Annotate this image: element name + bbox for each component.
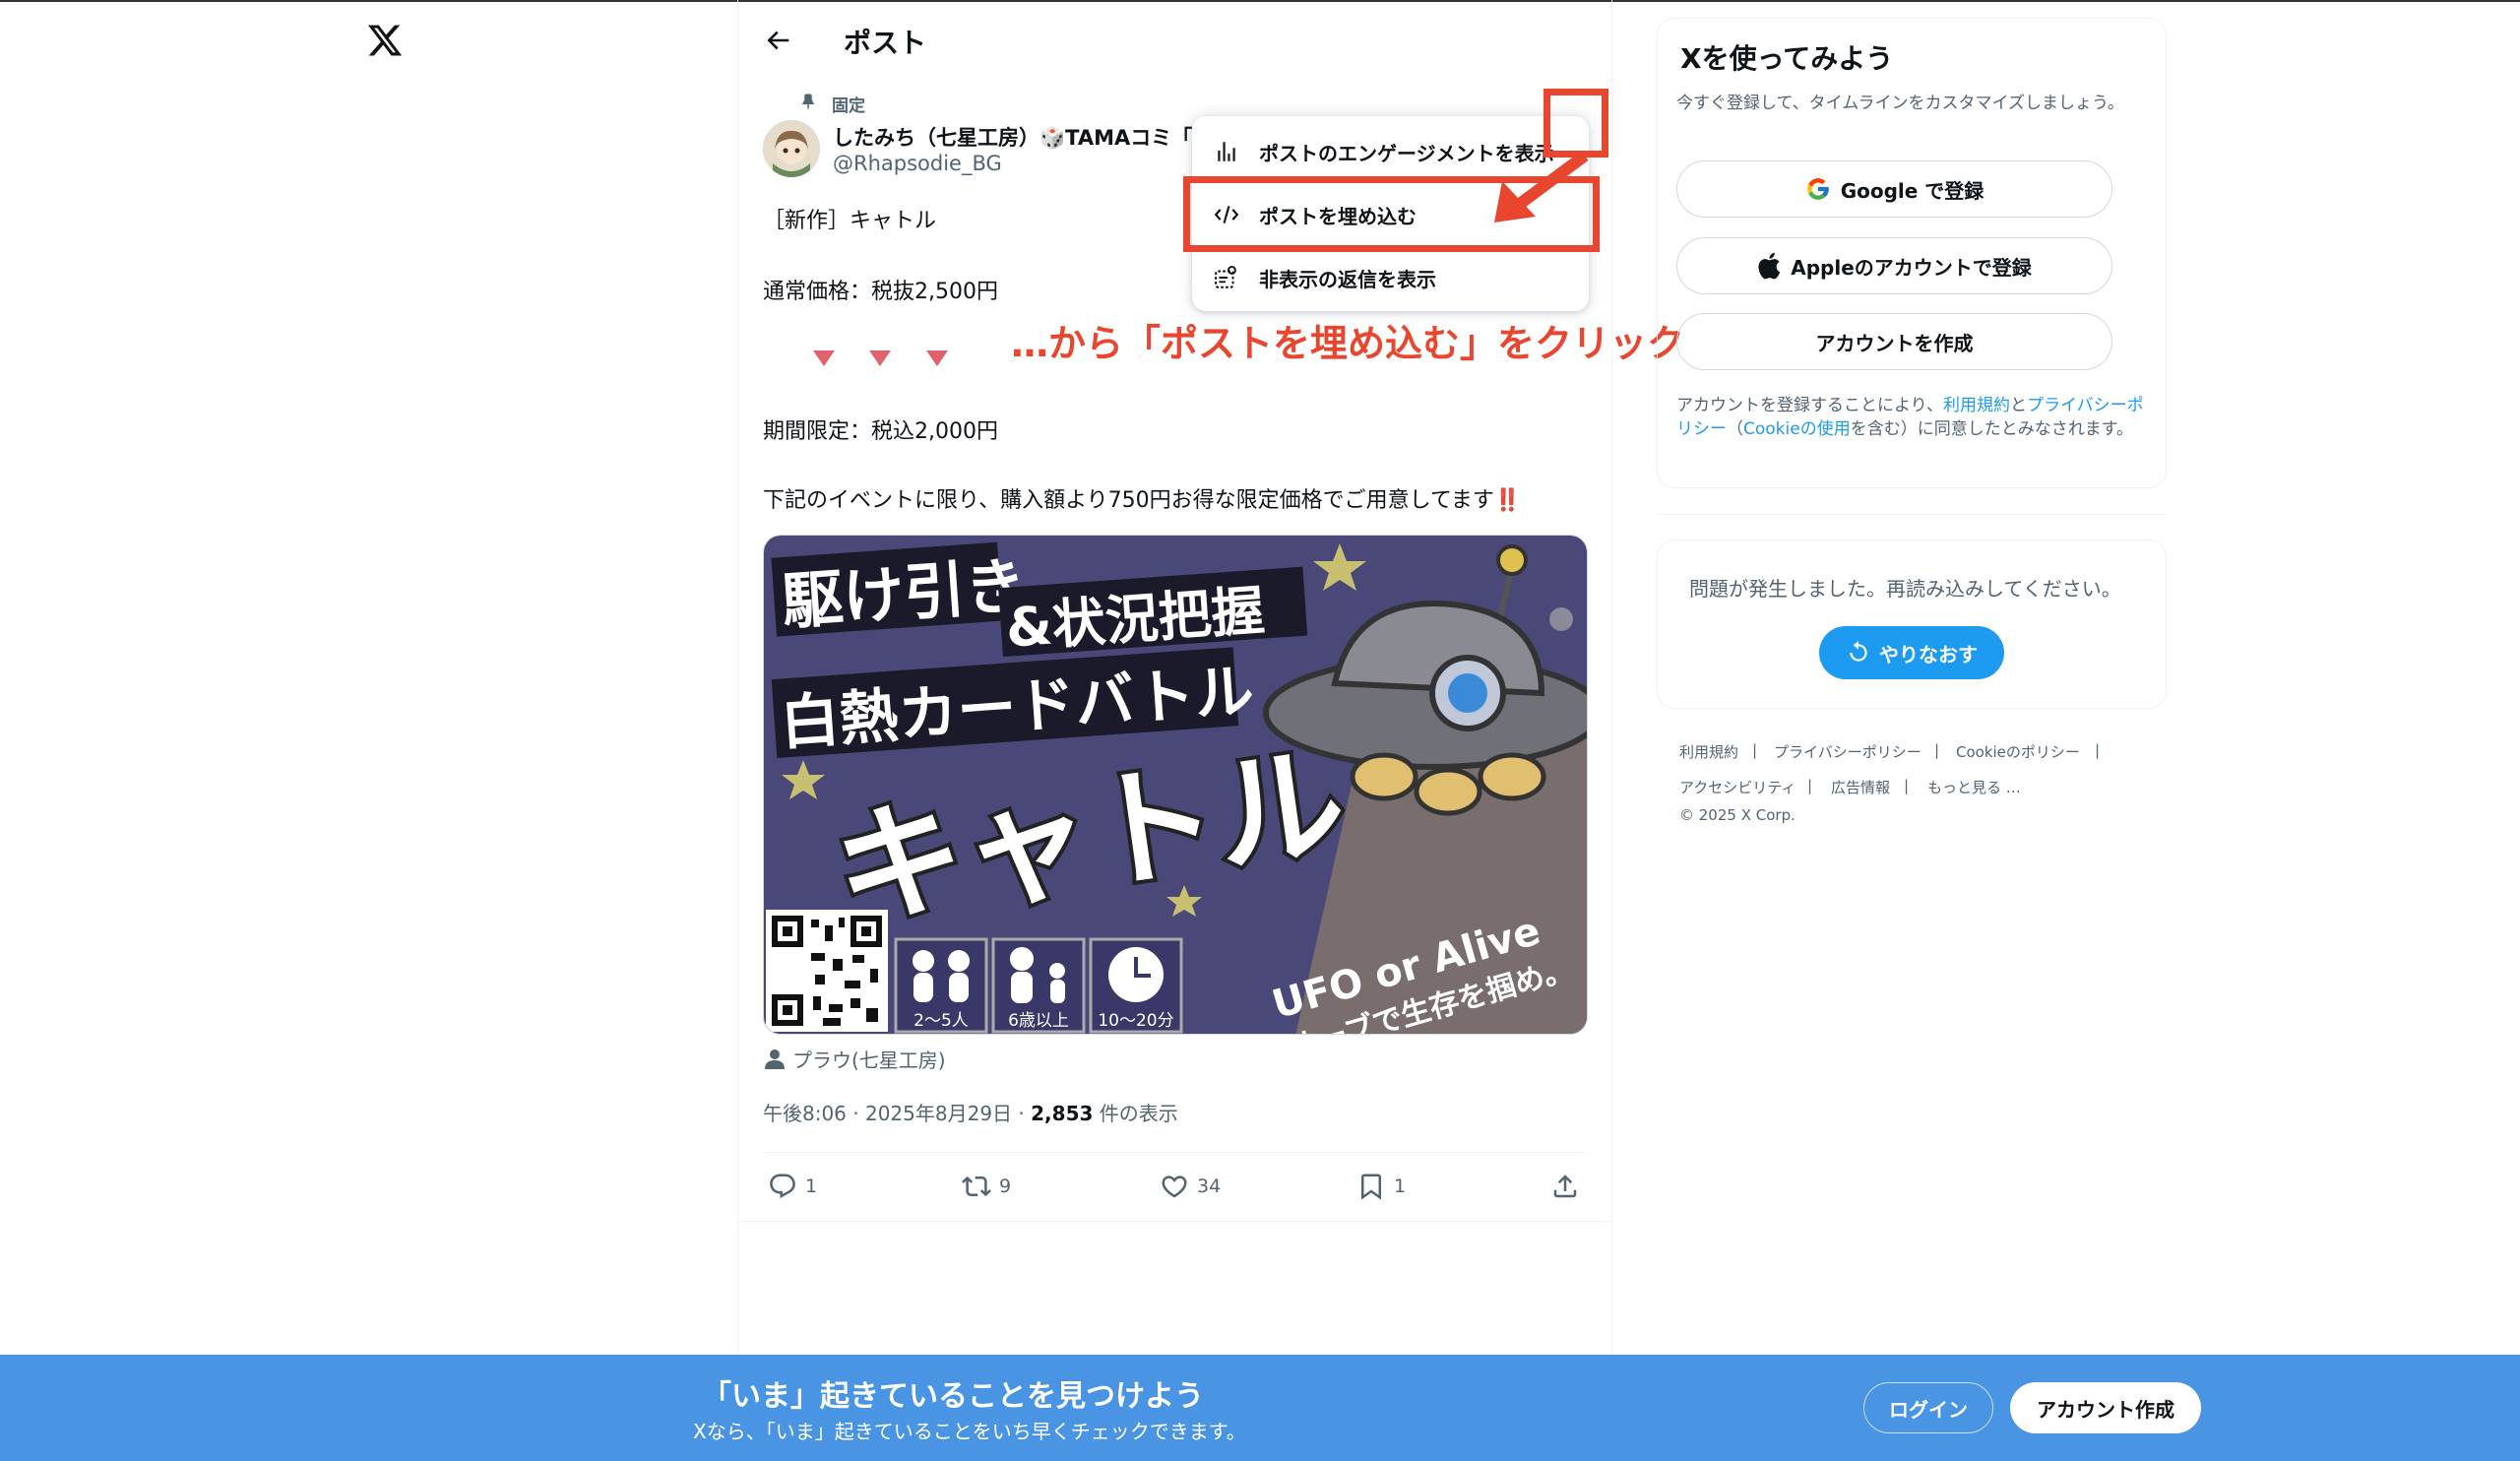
play-time-info: 10〜20分	[1089, 937, 1183, 1034]
cookie-link[interactable]: Cookieの使用	[1743, 419, 1851, 439]
apple-icon	[1758, 252, 1781, 280]
down-triangle-icon	[869, 350, 891, 366]
post-image[interactable]: 駆け引き &状況把握 白熱カードバトル キャトル UFO or Alive オー…	[763, 535, 1588, 1035]
post-text-line-3: 期間限定：税込2,000円	[763, 419, 998, 444]
tagged-user[interactable]: プラウ(七星工房)	[765, 1045, 946, 1073]
players-count: 2〜5人	[914, 1011, 969, 1031]
timestamp[interactable]: 午後8:06 · 2025年8月29日 ·	[763, 1102, 1031, 1125]
google-signup-button[interactable]: Google で登録	[1676, 160, 2112, 218]
views-label: 件の表示	[1093, 1102, 1178, 1125]
apple-signup-label: Appleのアカウントで登録	[1791, 255, 2032, 280]
google-icon	[1806, 178, 1829, 200]
footer-link-ads[interactable]: 広告情報	[1831, 777, 1890, 797]
footer-separator: |	[1904, 777, 1910, 794]
copyright: © 2025 X Corp.	[1679, 806, 1796, 824]
bottom-bar-subtitle: Xなら、「いま」起きていることをいち早くチェックできます。	[693, 1420, 1246, 1443]
reply-count: 1	[805, 1175, 818, 1197]
signup-description: 今すぐ登録して、タイムラインをカスタマイズしましょう。	[1676, 94, 2124, 113]
author-handle[interactable]: @Rhapsodie_BG	[833, 152, 1002, 175]
column-divider-left	[737, 0, 738, 1355]
footer-link-terms[interactable]: 利用規約	[1679, 741, 1738, 762]
down-triangle-icon	[926, 350, 948, 366]
pinned-label: 固定	[832, 96, 865, 116]
down-triangle-icon	[813, 350, 835, 366]
pin-icon	[801, 94, 815, 110]
heart-icon	[1162, 1175, 1187, 1198]
views-count: 2,853	[1031, 1102, 1094, 1125]
players-info: 2〜5人	[894, 937, 988, 1034]
reply-button[interactable]: 1	[768, 1172, 817, 1201]
avatar[interactable]	[763, 120, 820, 177]
footer-link-privacy[interactable]: プライバシーポリシー	[1774, 741, 1922, 762]
divider	[763, 1152, 1588, 1153]
reply-icon	[770, 1174, 795, 1199]
like-button[interactable]: 34	[1160, 1172, 1221, 1201]
footer-link-more[interactable]: もっと見る …	[1927, 777, 2021, 797]
post-text-line-1: ［新作］キャトル	[763, 209, 937, 233]
back-arrow-icon[interactable]	[763, 26, 792, 55]
footer-link-cookie[interactable]: Cookieのポリシー	[1956, 741, 2080, 762]
age-range: 6歳以上	[1008, 1011, 1069, 1031]
bottom-bar-title: 「いま」起きていることを見つけよう	[702, 1379, 1204, 1414]
signup-title: Xを使ってみよう	[1680, 42, 1894, 75]
terms-link[interactable]: 利用規約	[1943, 396, 2010, 415]
footer-separator: |	[2095, 741, 2101, 759]
legal-text: アカウントを登録することにより、利用規約とプライバシーポリシー（Cookieの使…	[1676, 396, 2144, 439]
retweet-count: 9	[999, 1175, 1012, 1197]
bookmark-icon	[1361, 1174, 1381, 1200]
author-name[interactable]: したみち（七星工房）🎲TAMAコミ「	[833, 122, 1207, 152]
tagged-user-name: プラウ(七星工房)	[792, 1048, 946, 1072]
google-signup-label: Google で登録	[1840, 178, 1984, 203]
footer-separator: |	[1807, 777, 1813, 794]
post-meta: 午後8:06 · 2025年8月29日 · 2,853 件の表示	[763, 1098, 1178, 1126]
footer-link-accessibility[interactable]: アクセシビリティ	[1679, 777, 1796, 797]
person-icon	[765, 1048, 785, 1069]
retry-label: やりなおす	[1879, 642, 1978, 667]
create-account-label: アカウントを作成	[1815, 331, 1974, 355]
page-title: ポスト	[844, 27, 927, 59]
retweet-icon	[962, 1175, 991, 1197]
create-account-button[interactable]: アカウントを作成	[1676, 313, 2112, 370]
double-exclamation-icon: ‼️	[1493, 488, 1522, 513]
bookmark-count: 1	[1394, 1175, 1407, 1197]
divider	[738, 1221, 1611, 1222]
age-info: 6歳以上	[991, 937, 1086, 1034]
footer-separator: |	[1752, 741, 1758, 759]
apple-signup-button[interactable]: Appleのアカウントで登録	[1676, 237, 2112, 294]
x-logo-icon[interactable]	[366, 22, 404, 59]
menu-item-hidden-replies[interactable]: 非表示の返信を表示	[1192, 246, 1589, 309]
column-divider-right	[1611, 0, 1612, 1355]
hidden-replies-icon	[1215, 265, 1236, 288]
retweet-button[interactable]: 9	[962, 1172, 1011, 1201]
annotation-text: …から「ポストを埋め込む」をクリック	[1011, 322, 1685, 365]
menu-item-label: 非表示の返信を表示	[1259, 267, 1436, 291]
signup-button[interactable]: アカウント作成	[2010, 1382, 2201, 1433]
share-icon	[1553, 1175, 1577, 1198]
post-text-line-4: 下記のイベントに限り、購入額より750円お得な限定価格でご用意してます‼️	[763, 488, 1522, 513]
retry-button[interactable]: やりなおす	[1819, 626, 2004, 679]
game-box-art: 駆け引き &状況把握 白熱カードバトル キャトル UFO or Alive オー…	[764, 536, 1587, 1034]
login-button[interactable]: ログイン	[1863, 1382, 1993, 1433]
error-message: 問題が発生しました。再読み込みしてください。	[1689, 577, 2121, 601]
like-count: 34	[1197, 1175, 1222, 1197]
bookmark-button[interactable]: 1	[1356, 1172, 1406, 1201]
refresh-icon	[1850, 641, 1867, 662]
divider	[1657, 514, 2167, 515]
footer-separator: |	[1934, 741, 1940, 759]
post-text-line-2: 通常価格：税抜2,500円	[763, 280, 998, 304]
top-border	[0, 0, 2520, 2]
annotation-arrow-icon	[1494, 151, 1589, 222]
play-time: 10〜20分	[1098, 1011, 1173, 1031]
error-card	[1657, 540, 2167, 709]
analytics-icon	[1218, 142, 1235, 161]
share-button[interactable]	[1550, 1172, 1580, 1201]
